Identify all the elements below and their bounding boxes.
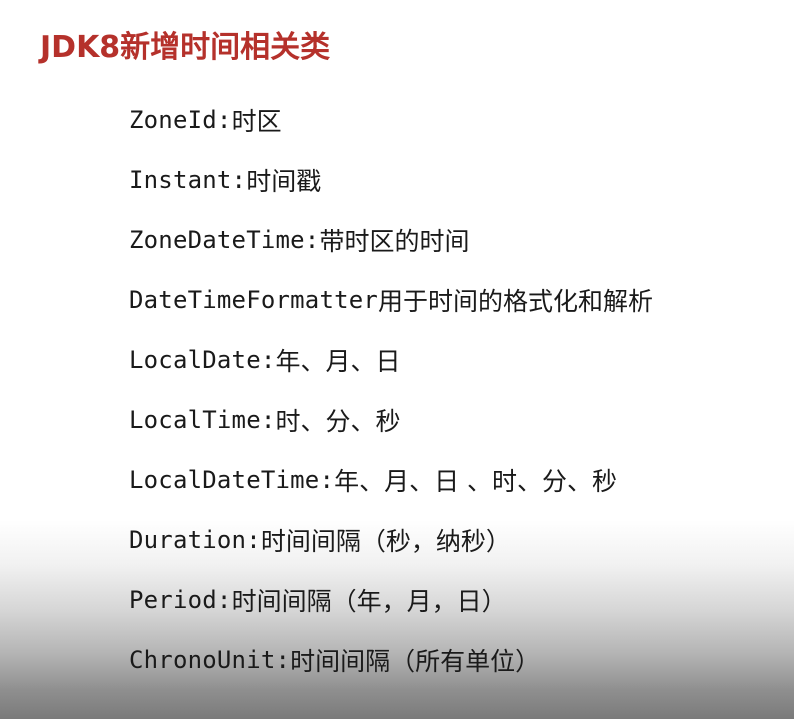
separator: : [246, 526, 261, 554]
class-name: Duration [129, 526, 247, 554]
class-description: 时间间隔（所有单位） [290, 647, 541, 676]
list-item-localtime: LocalTime: 时、分、秒 [129, 390, 653, 450]
class-description: 时间戳 [246, 167, 322, 196]
class-name: ZoneId [129, 106, 217, 134]
class-name: ChronoUnit [129, 646, 276, 674]
list-item-localdatetime: LocalDateTime: 年、月、日 、时、分、秒 [129, 450, 653, 510]
list-item-instant: Instant: 时间戳 [129, 150, 653, 210]
class-description: 用于时间的格式化和解析 [378, 287, 654, 316]
class-name: LocalTime [129, 406, 261, 434]
separator: : [304, 226, 320, 254]
class-name: LocalDate [129, 346, 261, 374]
class-name: Instant [129, 166, 232, 194]
separator: : [319, 466, 335, 494]
class-description: 年、月、日 、时、分、秒 [334, 467, 618, 496]
class-name: Period [129, 586, 217, 614]
list-item-datetimeformatter: DateTimeFormatter 用于时间的格式化和解析 [129, 270, 653, 330]
separator: : [216, 586, 232, 614]
slide: JDK8新增时间相关类 ZoneId: 时区 Instant: 时间戳 Zone… [0, 0, 794, 719]
class-name: DateTimeFormatter [129, 286, 379, 314]
class-description: 年、月、日 [275, 347, 401, 376]
separator: : [231, 166, 247, 194]
list-item-localdate: LocalDate: 年、月、日 [129, 330, 653, 390]
class-description: 带时区的时间 [319, 227, 470, 256]
class-description: 时间间隔（秒，纳秒） [260, 527, 511, 556]
separator: : [260, 346, 276, 374]
list-item-zoneid: ZoneId: 时区 [129, 90, 653, 150]
class-description: 时区 [231, 107, 282, 136]
list-item-period: Period: 时间间隔（年，月，日） [129, 570, 653, 630]
slide-title: JDK8新增时间相关类 [40, 30, 331, 65]
class-description: 时间间隔（年，月，日） [231, 587, 507, 616]
class-name: ZoneDateTime [129, 226, 305, 254]
class-name: LocalDateTime [129, 466, 320, 494]
class-description: 时、分、秒 [275, 407, 401, 436]
list-item-duration: Duration: 时间间隔（秒，纳秒） [129, 510, 653, 570]
list-item-chronounit: ChronoUnit: 时间间隔（所有单位） [129, 630, 653, 690]
separator: : [275, 646, 291, 674]
separator: : [216, 106, 232, 134]
list-item-zonedatetime: ZoneDateTime: 带时区的时间 [129, 210, 653, 270]
class-list: ZoneId: 时区 Instant: 时间戳 ZoneDateTime: 带时… [129, 90, 653, 690]
separator: : [260, 406, 276, 434]
